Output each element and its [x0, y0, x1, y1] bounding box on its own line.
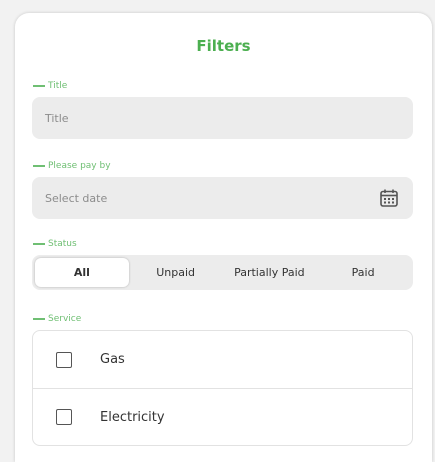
label-dash: [33, 318, 45, 320]
date-picker-placeholder: Select date: [45, 191, 108, 205]
title-input-placeholder: Title: [45, 111, 69, 125]
service-item-electricity[interactable]: Electricity: [33, 388, 412, 445]
status-option-all[interactable]: All: [35, 258, 129, 287]
title-field-label: Title: [33, 81, 67, 91]
label-dash: [33, 165, 45, 167]
filters-title: Filters: [196, 37, 251, 55]
service-item-label: Electricity: [100, 409, 165, 425]
status-option-paid[interactable]: Paid: [316, 258, 410, 287]
status-label: Status: [33, 239, 77, 249]
date-picker-input[interactable]: Select date: [32, 177, 413, 219]
gas-checkbox[interactable]: [56, 351, 72, 368]
calendar-icon[interactable]: [379, 188, 399, 208]
electricity-checkbox[interactable]: [56, 409, 72, 425]
service-label-text: Service: [48, 314, 82, 324]
pay-by-field-label-text: Please pay by: [48, 161, 111, 171]
status-option-partially-paid[interactable]: Partially Paid: [223, 258, 317, 287]
pay-by-field-label: Please pay by: [33, 161, 111, 171]
status-label-text: Status: [48, 239, 77, 249]
service-list: Gas Electricity: [32, 330, 413, 446]
service-item-gas[interactable]: Gas: [33, 331, 412, 388]
filters-sheet: Filters Title Title Please pay by Select…: [15, 13, 432, 462]
service-label: Service: [33, 314, 81, 324]
status-option-unpaid[interactable]: Unpaid: [129, 258, 223, 287]
title-field-label-text: Title: [48, 81, 68, 91]
label-dash: [33, 243, 45, 245]
screen: Filters Title Title Please pay by Select…: [0, 0, 435, 462]
service-item-label: Gas: [100, 352, 125, 367]
title-input[interactable]: Title: [32, 97, 413, 139]
label-dash: [33, 85, 45, 87]
status-segmented-control: All Unpaid Partially Paid Paid: [32, 255, 413, 290]
